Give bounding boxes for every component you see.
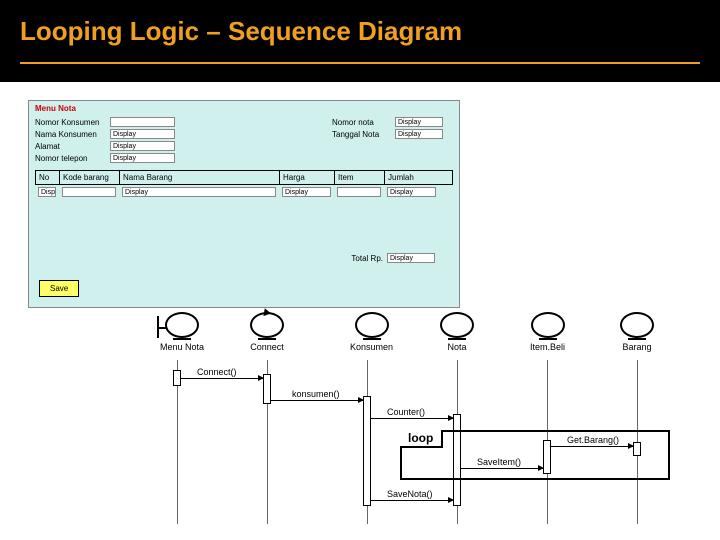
message-arrow: Connect() (181, 378, 263, 379)
message-arrow: Counter() (371, 418, 453, 419)
actor-label: Nota (447, 342, 466, 352)
field-input[interactable]: Display (110, 129, 175, 139)
field-label: Nomor telepon (35, 154, 110, 163)
message-label: Connect() (197, 367, 237, 377)
field-input[interactable]: Display (395, 129, 443, 139)
message-label: SaveNota() (387, 489, 433, 499)
field-label: Tanggal Nota (332, 130, 395, 139)
column-header: Jumlah (385, 171, 440, 184)
field-label: Nomor nota (332, 118, 395, 127)
field-input[interactable]: Display (110, 141, 175, 151)
field-input[interactable] (110, 117, 175, 127)
save-button[interactable]: Save (39, 280, 79, 297)
actor-label: Connect (250, 342, 284, 352)
form-field: Nomor notaDisplay (326, 116, 449, 128)
message-label: Counter() (387, 407, 425, 417)
column-header: Harga (280, 171, 335, 184)
actor-barang: Barang (620, 312, 654, 352)
actor-connect: Connect (250, 312, 284, 352)
actor-nota: Nota (440, 312, 474, 352)
field-label: Nama Konsumen (35, 130, 110, 139)
cell-input[interactable] (337, 187, 381, 197)
total-row: Total Rp. Display (29, 249, 459, 263)
actor-label: Menu Nota (160, 342, 204, 352)
sequence-diagram: Menu Nota Connect Konsumen Nota Item.Beli Bar… (150, 312, 690, 530)
form-field: AlamatDisplay (29, 140, 326, 152)
form-field: Nomor teleponDisplay (29, 152, 326, 164)
field-input[interactable]: Display (395, 117, 443, 127)
actor-label: Item.Beli (530, 342, 565, 352)
form-title: Menu Nota (29, 101, 459, 116)
slide-header: Looping Logic – Sequence Diagram (0, 0, 720, 82)
title-underline (20, 62, 700, 64)
loop-label: loop (400, 430, 443, 448)
activation-bar (173, 370, 181, 386)
activation-bar (363, 396, 371, 506)
cell-input[interactable]: Display (387, 187, 436, 197)
table-row: Disp Display Display Display (35, 185, 453, 199)
form-mockup: Menu Nota Nomor KonsumenNama KonsumenDis… (28, 100, 460, 308)
column-header: Item (335, 171, 385, 184)
actor-konsumen: Konsumen (350, 312, 393, 352)
actor-label: Konsumen (350, 342, 393, 352)
total-label: Total Rp. (351, 254, 383, 263)
column-header: No (36, 171, 60, 184)
loop-fragment: loop (400, 430, 670, 480)
slide-title: Looping Logic – Sequence Diagram (20, 16, 700, 47)
form-field: Tanggal NotaDisplay (326, 128, 449, 140)
field-label: Nomor Konsumen (35, 118, 110, 127)
actor-label: Barang (622, 342, 651, 352)
cell-input[interactable] (62, 187, 116, 197)
activation-bar (263, 374, 271, 404)
form-field: Nama KonsumenDisplay (29, 128, 326, 140)
field-label: Alamat (35, 142, 110, 151)
actor-menunota: Menu Nota (160, 312, 204, 352)
field-input[interactable]: Display (110, 153, 175, 163)
cell-input[interactable]: Disp (38, 187, 56, 197)
column-header: Nama Barang (120, 171, 280, 184)
total-value: Display (387, 253, 435, 263)
cell-input[interactable]: Display (282, 187, 331, 197)
form-field: Nomor Konsumen (29, 116, 326, 128)
cell-input[interactable]: Display (122, 187, 276, 197)
message-arrow: konsumen() (271, 400, 363, 401)
actor-itembeli: Item.Beli (530, 312, 565, 352)
message-label: konsumen() (292, 389, 340, 399)
table-header: NoKode barangNama BarangHargaItemJumlah (35, 170, 453, 185)
column-header: Kode barang (60, 171, 120, 184)
message-arrow: SaveNota() (371, 500, 453, 501)
